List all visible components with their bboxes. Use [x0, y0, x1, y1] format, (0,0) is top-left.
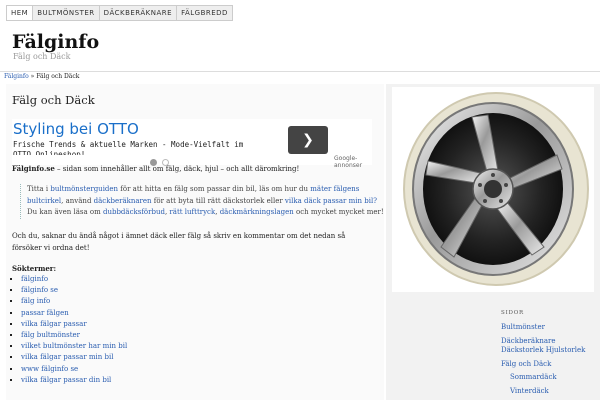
ad-brand-label[interactable]: Google-annonser: [334, 155, 372, 169]
nav-item-dackberaknare[interactable]: DÄCKBERÄKNARE: [100, 6, 178, 20]
search-term-link[interactable]: vilka fälgar passar din bil: [21, 376, 111, 384]
link-dackberaknaren[interactable]: däckberäknaren: [94, 197, 152, 205]
quote-text: och mycket mycket mer!: [293, 208, 384, 216]
breadcrumb-current: Fälg och Däck: [36, 73, 80, 80]
top-navigation: HEM BULTMÖNSTER DÄCKBERÄKNARE FÄLGBREDD: [6, 5, 233, 21]
sidebar-item-dackberaknare[interactable]: Däckberäknare Däckstorlek Hjulstorlek: [501, 337, 597, 355]
quote-text: Du kan även läsa om: [27, 208, 103, 216]
wheel-rim-illustration: [403, 92, 589, 286]
intro-site-name: Fälginfo.se: [12, 164, 55, 173]
link-bultmonsterguiden[interactable]: bultmönsterguiden: [50, 185, 118, 193]
breadcrumb-separator: »: [30, 73, 35, 80]
sidebar-item-falg-och-dack[interactable]: Fälg och Däck: [501, 360, 551, 368]
site-title[interactable]: Fälginfo: [12, 31, 99, 53]
list-item: fälginfo: [21, 274, 127, 285]
list-item: www fälginfo se: [21, 364, 127, 375]
sidebar-item-sommardack[interactable]: Sommardäck: [510, 373, 557, 381]
sidebar-heading: SIDOR: [501, 310, 525, 316]
ad-title[interactable]: Styling bei OTTO: [13, 120, 139, 138]
sidebar-item-bultmonster[interactable]: Bultmönster: [501, 323, 545, 331]
ad-text-line-1: Frische Trends & aktuelle Marken - Mode-…: [13, 140, 244, 149]
search-term-link[interactable]: fälg bultmönster: [21, 331, 80, 339]
quote-text: , använd: [61, 196, 94, 205]
sidebar-item-vinterdack[interactable]: Vinterdäck: [510, 387, 549, 395]
link-ratt-lufttryck[interactable]: rätt lufttryck: [169, 208, 215, 216]
link-dackmarkningslagen[interactable]: däckmärkningslagen: [220, 208, 294, 216]
guide-blockquote: Titta i bultmönsterguiden för att hitta …: [20, 184, 387, 219]
list-item: vilka fälgar passar: [21, 319, 127, 330]
intro-description: – sidan som innehåller allt om fälg, däc…: [54, 165, 300, 173]
nav-item-bultmonster[interactable]: BULTMÖNSTER: [33, 6, 100, 20]
site-tagline: Fälg och Däck: [13, 52, 71, 61]
nav-item-hem[interactable]: HEM: [7, 6, 34, 20]
page-title: Fälg och Däck: [12, 93, 95, 107]
search-term-link[interactable]: passar fälgen: [21, 309, 69, 317]
link-vilka-dack-passar[interactable]: vilka däck passar min bil?: [285, 197, 377, 205]
list-item: vilka fälgar passar din bil: [21, 375, 127, 386]
search-term-link[interactable]: fälginfo: [21, 275, 48, 283]
quote-text: för att hitta en fälg som passar din bil…: [118, 185, 311, 193]
nav-item-falgbredd[interactable]: FÄLGBREDD: [177, 6, 232, 20]
ad-text-line-2: OTTO Onlineshop!: [13, 150, 86, 155]
search-term-link[interactable]: vilka fälgar passar min bil: [21, 353, 113, 361]
list-item: passar fälgen: [21, 308, 127, 319]
search-term-link[interactable]: fälg info: [21, 297, 50, 305]
breadcrumb: Fälginfo » Fälg och Däck: [4, 73, 79, 80]
link-dubbdacksforbud[interactable]: dubbdäcksförbud: [103, 208, 165, 216]
search-terms-heading: Söktermer:: [12, 264, 57, 273]
breadcrumb-home-link[interactable]: Fälginfo: [4, 73, 29, 80]
list-item: fälg bultmönster: [21, 330, 127, 341]
main-content: Fälg och Däck Styling bei OTTO Frische T…: [6, 84, 384, 400]
list-item: vilka fälgar passar min bil: [21, 352, 127, 363]
header-divider: [0, 71, 600, 72]
search-term-link[interactable]: www fälginfo se: [21, 365, 78, 373]
search-term-link[interactable]: fälginfo se: [21, 286, 58, 294]
sidebar: SIDOR Bultmönster Däckberäknare Däckstor…: [386, 84, 600, 400]
search-terms-list: fälginfo fälginfo se fälg info passar fä…: [12, 274, 127, 386]
comment-invite-text: Och du, saknar du ändå något i ämnet däc…: [12, 232, 346, 252]
search-term-link[interactable]: vilket bultmönster har min bil: [21, 342, 127, 350]
search-term-link[interactable]: vilka fälgar passar: [21, 320, 87, 328]
ad-banner[interactable]: Styling bei OTTO Frische Trends & aktuel…: [12, 119, 372, 169]
quote-text: Titta i: [27, 185, 51, 193]
quote-text: för att byta till rätt däckstorlek eller: [151, 196, 285, 205]
ad-next-button[interactable]: ❯: [288, 126, 328, 154]
wheel-image: [392, 87, 594, 292]
list-item: fälg info: [21, 296, 127, 307]
list-item: vilket bultmönster har min bil: [21, 341, 127, 352]
list-item: fälginfo se: [21, 285, 127, 296]
intro-text: Fälginfo.se – sidan som innehåller allt …: [12, 164, 299, 173]
